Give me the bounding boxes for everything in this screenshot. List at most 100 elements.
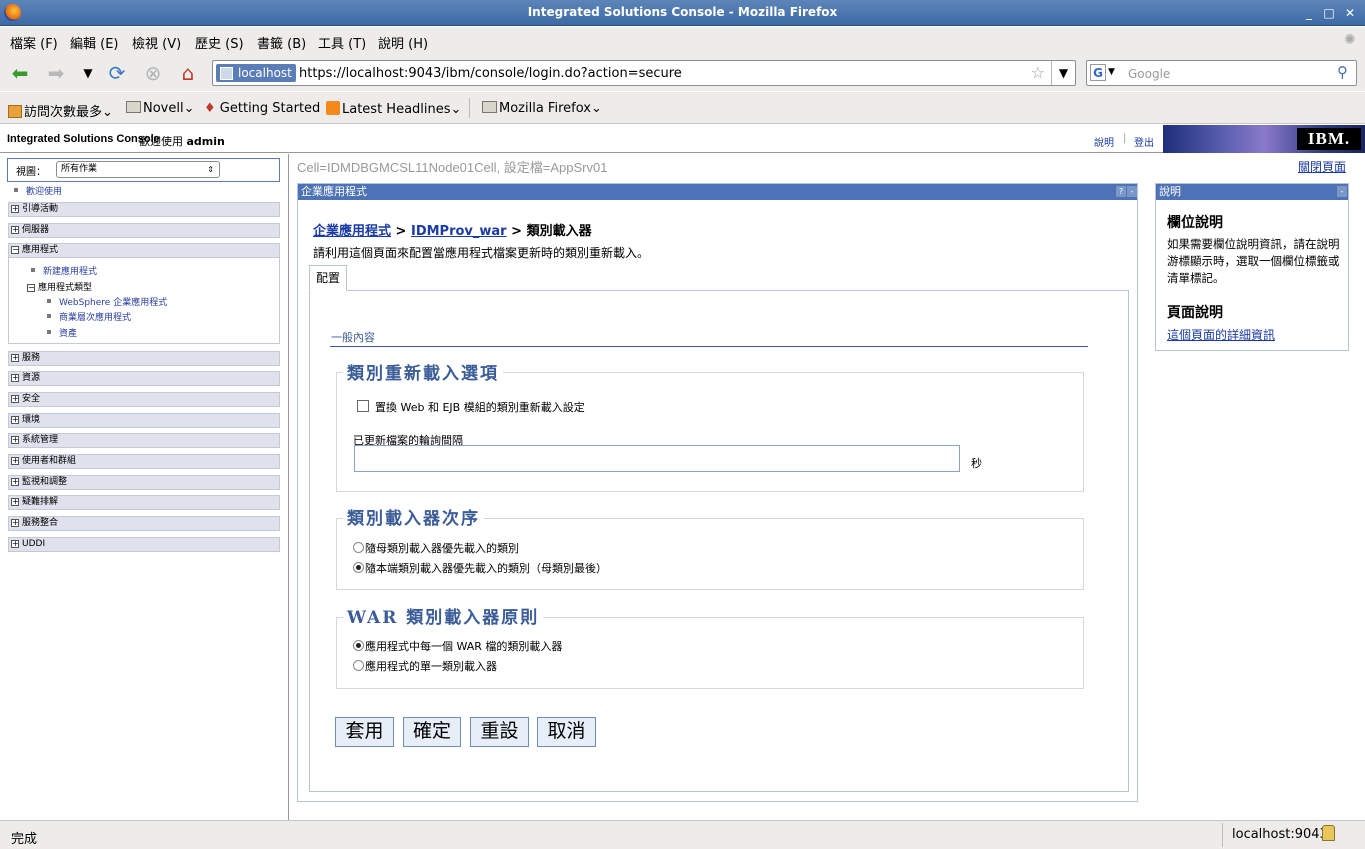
tab-configuration[interactable]: 配置 [309,265,347,291]
war-per-module-option[interactable]: 應用程式中每一個 WAR 檔的類別載入器 [353,638,562,654]
portlet-help-button[interactable]: ? [1116,186,1126,197]
nav-assets[interactable]: 資產 [47,326,77,339]
order-parent-first-option[interactable]: 隨母類別載入器優先載入的類別 [353,540,519,556]
home-icon[interactable]: ⌂ [176,62,200,84]
cancel-button[interactable]: 取消 [537,717,596,747]
order-parent-last-radio[interactable] [353,562,364,573]
override-reload-checkbox[interactable] [357,400,369,412]
enterprise-apps-portlet: 企業應用程式 ? - 企業應用程式 > IDMProv_war > 類別載入器 … [297,183,1138,802]
reload-icon[interactable]: ⟳ [105,62,129,84]
url-dropdown-icon[interactable]: ▼ [1051,61,1075,85]
breadcrumb-separator: > [395,224,407,239]
url-bar[interactable]: localhost https://localhost:9043/ibm/con… [212,60,1076,86]
nav-application-types[interactable]: − 應用程式類型 [27,280,92,293]
war-per-module-radio[interactable] [353,640,364,651]
apply-button[interactable]: 套用 [335,717,394,747]
logout-link[interactable]: 登出 [1134,134,1154,149]
bookmark-latest-headlines[interactable]: Latest Headlines⌄ [326,101,461,117]
welcome-nav-link[interactable]: 歡迎使用 [14,184,62,197]
war-single-label: 應用程式的單一類別載入器 [365,660,497,673]
minimize-icon[interactable]: _ [1301,5,1317,21]
menu-edit[interactable]: 編輯 (E) [70,33,119,52]
search-bar[interactable]: G ▼ Google ⚲ [1086,60,1357,86]
help-portlet: 說明 - 欄位說明 如果需要欄位說明資訊，請在說明游標顯示時，選取一個欄位標籤或… [1155,183,1349,351]
war-single-option[interactable]: 應用程式的單一類別載入器 [353,658,497,674]
expand-icon: + [11,415,19,424]
breadcrumb-enterprise-apps[interactable]: 企業應用程式 [313,224,391,239]
override-reload-option[interactable]: 置換 Web 和 EJB 模組的類別重新載入設定 [357,399,585,415]
nav-section-resources[interactable]: + 資源 [8,371,280,386]
search-icon[interactable]: ⚲ [1337,63,1348,81]
expand-icon: + [11,435,19,444]
nav-section-service-integration[interactable]: + 服務整合 [8,516,280,531]
bookmark-mozilla-firefox[interactable]: Mozilla Firefox⌄ [482,101,602,116]
history-dropdown-icon[interactable]: ▼ [76,62,100,84]
menu-file[interactable]: 檔案 (F) [10,33,58,52]
field-help-heading: 欄位說明 [1167,215,1223,231]
nav-section-servers[interactable]: + 伺服器 [8,223,280,238]
nav-section-users-groups[interactable]: + 使用者和群組 [8,454,280,469]
nav-section-uddi[interactable]: + UDDI [8,537,280,552]
lock-icon[interactable] [1322,825,1335,841]
ibm-logo: IBM. [1297,128,1361,150]
nav-section-monitoring[interactable]: + 監視和調整 [8,475,280,490]
close-page-link[interactable]: 關閉頁面 [1298,158,1346,175]
applications-subtree: 新建應用程式 − 應用程式類型 WebSphere 企業應用程式 商業層次應用程式… [8,258,280,344]
menu-bookmarks[interactable]: 書籤 (B) [257,33,306,52]
help-link[interactable]: 說明 [1094,134,1114,149]
nav-new-application[interactable]: 新建應用程式 [31,264,97,277]
menu-help[interactable]: 說明 (H) [378,33,428,52]
order-parent-first-radio[interactable] [353,542,364,553]
url-text[interactable]: https://localhost:9043/ibm/console/login… [299,66,682,81]
nav-section-system-admin[interactable]: + 系統管理 [8,433,280,448]
banner-divider: | [1123,133,1127,144]
page-description: 請利用這個頁面來配置當應用程式檔案更新時的類別重新載入。 [313,246,650,260]
bookmark-most-visited[interactable]: 訪問次數最多⌄ [8,101,113,120]
site-identity-badge[interactable]: localhost [216,64,296,82]
nav-section-services[interactable]: + 服務 [8,351,280,366]
close-icon[interactable]: ✕ [1342,5,1358,21]
menu-history[interactable]: 歷史 (S) [195,33,244,52]
expand-icon: + [11,518,19,527]
maximize-icon[interactable]: □ [1321,5,1337,21]
poll-interval-input[interactable] [354,445,960,472]
search-engine-icon[interactable]: G [1090,64,1106,81]
bookmark-novell[interactable]: Novell⌄ [126,101,195,116]
nav-section-security[interactable]: + 安全 [8,392,280,407]
ok-button[interactable]: 確定 [403,717,461,747]
bookmark-star-icon[interactable]: ☆ [1031,63,1045,82]
folder-icon [126,101,141,113]
search-placeholder: Google [1128,67,1171,81]
forward-icon[interactable]: ➡ [44,62,68,84]
nav-section-applications[interactable]: − 應用程式 [8,243,280,258]
nav-section-environment[interactable]: + 環境 [8,413,280,428]
menu-view[interactable]: 檢視 (V) [132,33,181,52]
welcome-text: 歡迎使用 admin [139,135,225,148]
throbber-icon: ✺ [1344,32,1356,48]
status-bar: 完成 localhost:9043 [0,820,1365,849]
nav-section-guided-activities[interactable]: + 引導活動 [8,202,280,217]
view-select[interactable]: 所有作業 ⇕ [56,161,220,178]
help-minimize-button[interactable]: - [1337,186,1347,197]
bullet-icon [47,330,51,334]
console-brand: Integrated Solutions Console [7,133,160,145]
portlet-minimize-button[interactable]: - [1127,186,1137,197]
reset-button[interactable]: 重設 [470,717,529,747]
back-icon[interactable]: ⬅ [8,62,32,84]
order-parent-last-option[interactable]: 隨本端類別載入器優先載入的類別（母類別最後） [353,560,607,576]
bookmarks-toolbar: 訪問次數最多⌄ Novell⌄ ♦ Getting Started Latest… [0,92,1365,124]
search-engine-dropdown-icon[interactable]: ▼ [1108,67,1115,77]
class-loader-order-title: 類別載入器次序 [343,504,484,529]
nav-websphere-apps[interactable]: WebSphere 企業應用程式 [47,295,167,308]
bookmark-getting-started[interactable]: ♦ Getting Started [204,101,320,116]
nav-business-level-apps[interactable]: 商業層次應用程式 [47,310,131,323]
nav-section-troubleshooting[interactable]: + 疑難排解 [8,495,280,510]
breadcrumb-app[interactable]: IDMProv_war [411,224,507,239]
ibm-banner-image: IBM. [1163,125,1365,153]
cell-info: Cell=IDMDBGMCSL11Node01Cell, 設定檔=AppSrv0… [297,160,608,175]
page-help-link[interactable]: 這個頁面的詳細資訊 [1167,326,1275,343]
war-single-radio[interactable] [353,660,364,671]
view-label: 視圖： [16,167,46,178]
stop-icon[interactable]: ⊗ [141,62,165,84]
menu-tools[interactable]: 工具 (T) [318,33,366,52]
